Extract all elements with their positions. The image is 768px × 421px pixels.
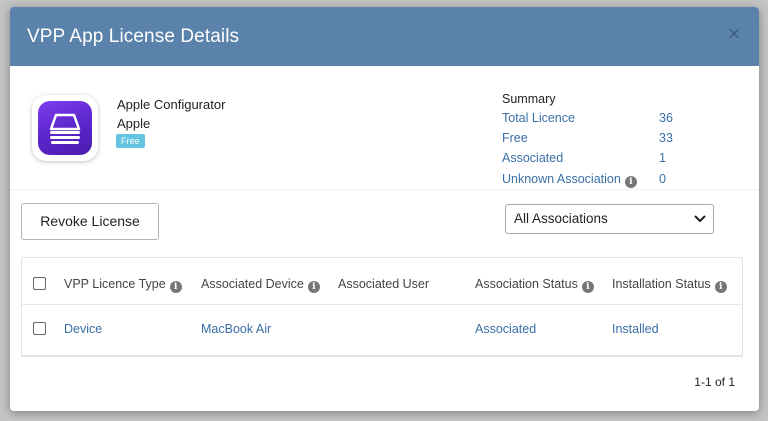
summary-label: Associated (502, 151, 564, 165)
column-header-installation-status[interactable]: Installation Status i (612, 277, 727, 293)
row-checkbox[interactable] (33, 322, 46, 335)
row-divider (22, 304, 742, 305)
cell-associated-device-link[interactable]: MacBook Air (201, 322, 271, 336)
column-header-licence-type[interactable]: VPP Licence Type i (64, 277, 182, 293)
summary-row-associated: Associated 1 (502, 151, 722, 169)
summary-label: Free (502, 131, 528, 145)
summary-label: Unknown Association (502, 172, 621, 186)
info-icon[interactable]: i (581, 281, 594, 293)
app-icon (32, 95, 98, 161)
column-header-associated-user[interactable]: Associated User (338, 277, 429, 291)
section-divider (10, 189, 759, 190)
revoke-license-button[interactable]: Revoke License (21, 203, 159, 240)
column-header-label: VPP Licence Type (64, 277, 166, 291)
configurator-icon (38, 101, 92, 155)
info-icon[interactable]: i (624, 176, 637, 188)
cell-association-status: Associated (475, 322, 537, 336)
price-badge: Free (116, 134, 145, 148)
column-header-label: Installation Status (612, 277, 711, 291)
select-value: All Associations (514, 211, 608, 226)
summary-value: 0 (659, 172, 666, 186)
column-header-label: Association Status (475, 277, 578, 291)
info-icon[interactable]: i (714, 281, 727, 293)
app-name: Apple Configurator (117, 97, 226, 112)
cell-licence-type: Device (64, 322, 103, 336)
association-filter-select[interactable]: All Associations (505, 204, 714, 234)
summary-title: Summary (502, 92, 556, 106)
app-vendor: Apple (117, 116, 151, 131)
summary-value: 33 (659, 131, 673, 145)
summary-row-unknown: Unknown Association i 0 (502, 172, 722, 190)
info-icon[interactable]: i (169, 281, 182, 293)
pagination-info: 1-1 of 1 (694, 375, 735, 389)
summary-row-total: Total Licence 36 (502, 111, 722, 129)
summary-label-wrap: Unknown Association i (502, 172, 637, 188)
license-table: VPP Licence Type i Associated Device i Ass… (21, 257, 743, 357)
chevron-down-icon (694, 212, 706, 224)
column-header-associated-device[interactable]: Associated Device i (201, 277, 320, 293)
summary-label: Total Licence (502, 111, 575, 125)
close-icon[interactable]: × (723, 23, 745, 45)
modal-title: VPP App License Details (27, 26, 240, 47)
select-all-checkbox[interactable] (33, 277, 46, 290)
info-icon[interactable]: i (307, 281, 320, 293)
modal-header: VPP App License Details × (10, 7, 759, 66)
summary-row-free: Free 33 (502, 131, 722, 149)
cell-installation-status: Installed (612, 322, 659, 336)
column-header-label: Associated Device (201, 277, 304, 291)
summary-value: 36 (659, 111, 673, 125)
license-details-modal: VPP App License Details × Apple Configur… (10, 7, 759, 411)
column-header-label: Associated User (338, 277, 430, 291)
summary-value: 1 (659, 151, 666, 165)
column-header-association-status[interactable]: Association Status i (475, 277, 594, 293)
